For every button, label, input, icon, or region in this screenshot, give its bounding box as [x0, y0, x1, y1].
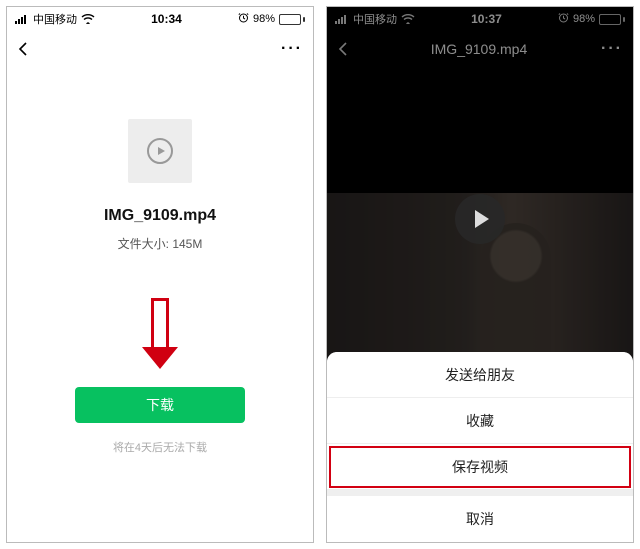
status-bar: 中国移动 10:34 98% [7, 7, 313, 31]
sheet-option-favorite[interactable]: 收藏 [327, 398, 633, 444]
back-button[interactable] [337, 39, 357, 59]
wifi-icon [81, 14, 95, 24]
carrier-label: 中国移动 [353, 11, 397, 27]
clock: 10:37 [471, 12, 502, 26]
nav-bar: ··· [7, 31, 313, 67]
battery-pct: 98% [573, 13, 595, 25]
annotation-arrow-icon [142, 298, 178, 369]
nav-bar: IMG_9109.mp4 ··· [327, 31, 633, 67]
file-size: 文件大小: 145M [118, 235, 203, 252]
screen-download: 中国移动 10:34 98% ··· IMG_9109.mp4 文件大小: 14… [6, 6, 314, 543]
file-name: IMG_9109.mp4 [104, 207, 216, 225]
screen-video-player: 中国移动 10:37 98% IMG_9109.mp4 ··· 发送给朋友 收藏 [326, 6, 634, 543]
sheet-option-save-video[interactable]: 保存视频 [327, 444, 633, 490]
action-sheet: 发送给朋友 收藏 保存视频 取消 [327, 352, 633, 542]
signal-icon [335, 14, 349, 24]
carrier-label: 中国移动 [33, 11, 77, 27]
expire-note: 将在4天后无法下载 [113, 439, 207, 455]
play-icon [147, 138, 173, 164]
download-body: IMG_9109.mp4 文件大小: 145M 下载 将在4天后无法下载 [7, 67, 313, 542]
battery-icon [279, 14, 305, 25]
more-button[interactable]: ··· [601, 40, 623, 58]
sheet-option-send[interactable]: 发送给朋友 [327, 352, 633, 398]
clock: 10:34 [151, 12, 182, 26]
play-button[interactable] [455, 194, 505, 244]
alarm-icon [238, 12, 249, 26]
back-button[interactable] [17, 39, 37, 59]
signal-icon [15, 14, 29, 24]
nav-title: IMG_9109.mp4 [431, 41, 528, 57]
battery-pct: 98% [253, 13, 275, 25]
battery-icon [599, 14, 625, 25]
download-button[interactable]: 下载 [75, 387, 245, 423]
more-button[interactable]: ··· [281, 40, 303, 58]
status-bar: 中国移动 10:37 98% [327, 7, 633, 31]
sheet-cancel[interactable]: 取消 [327, 496, 633, 542]
wifi-icon [401, 14, 415, 24]
alarm-icon [558, 12, 569, 26]
file-thumbnail [128, 119, 192, 183]
